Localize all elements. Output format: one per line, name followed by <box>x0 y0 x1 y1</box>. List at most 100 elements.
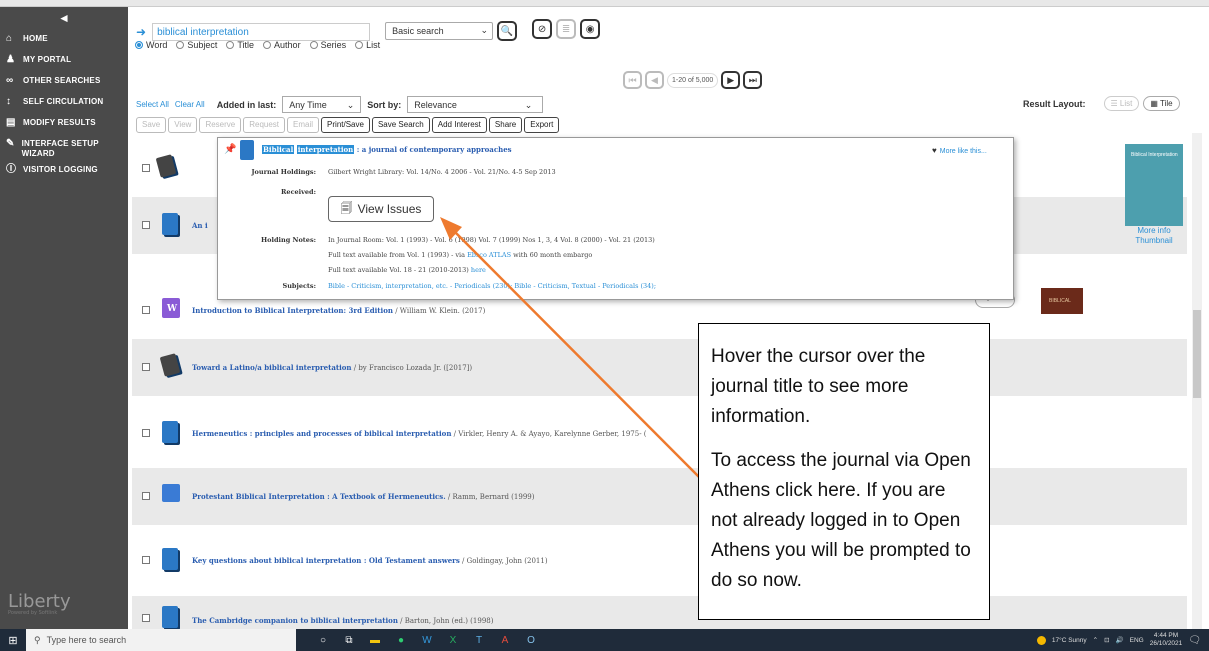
layout-list-button[interactable]: ☰ List <box>1103 96 1140 111</box>
sidebar-item-self-circulation[interactable]: ↕ SELF CIRCULATION <box>0 94 128 115</box>
layout-tile-button[interactable]: ▦ Tile <box>1143 96 1180 111</box>
ebsco-atlas-link[interactable]: Ebsco ATLAS <box>467 251 511 259</box>
liberty-logo: Liberty Powered by Softlink <box>8 591 71 616</box>
result-title[interactable]: An i <box>192 221 208 230</box>
result-title[interactable]: Hermeneutics : principles and processes … <box>192 429 647 438</box>
reserve-button[interactable]: Reserve <box>199 117 242 133</box>
radio-dot[interactable] <box>309 41 318 49</box>
sidebar-item-interface-setup-wizard[interactable]: ✎ INTERFACE SETUP WIZARD <box>0 136 128 162</box>
search-type-select[interactable]: Basic search ⌄ <box>385 22 494 40</box>
language-indicator[interactable]: ENG <box>1130 637 1144 644</box>
search-button[interactable]: 🔍 <box>497 21 518 41</box>
radio-dot[interactable] <box>355 41 364 49</box>
added-in-last-select[interactable]: Any Time ⌄ <box>282 96 362 113</box>
radio-dot[interactable] <box>263 41 272 49</box>
result-title[interactable]: Protestant Biblical Interpretation : A T… <box>192 492 534 501</box>
result-title[interactable]: Introduction to Biblical Interpretation:… <box>192 306 485 315</box>
radio-word[interactable]: Word <box>135 40 167 50</box>
row-checkbox[interactable] <box>142 429 150 437</box>
saved-search-button[interactable]: ≣ <box>556 19 577 39</box>
search-input[interactable] <box>152 23 371 41</box>
next-page-button[interactable]: ▶ <box>721 71 741 89</box>
first-page-button[interactable]: ⏮ <box>623 71 642 89</box>
radio-dot[interactable] <box>135 41 143 49</box>
sidebar-item-modify-results[interactable]: ▤ MODIFY RESULTS <box>0 115 128 136</box>
clear-all-link[interactable]: Clear All <box>175 100 205 109</box>
book-thumbnail: BIBLICAL <box>1041 288 1083 314</box>
row-checkbox[interactable] <box>142 221 150 229</box>
tray-chevron-icon[interactable]: ⌃ <box>1093 636 1098 644</box>
sidebar-item-my-portal[interactable]: ♟ MY PORTAL <box>0 52 128 73</box>
notifications-icon[interactable]: 🗨 <box>1188 635 1201 646</box>
outlook-icon[interactable]: O <box>524 633 538 647</box>
row-checkbox[interactable] <box>142 306 150 314</box>
radio-title[interactable]: Title <box>226 40 254 50</box>
select-all-link[interactable]: Select All <box>136 100 169 109</box>
word-icon[interactable]: W <box>420 633 434 647</box>
search-mode-radios: Word Subject Title Author Series List <box>135 40 380 50</box>
radio-list[interactable]: List <box>355 40 380 50</box>
journal-cover-thumbnail[interactable]: Biblical Interpretation <box>1125 144 1183 226</box>
sidebar-item-home[interactable]: ⌂ HOME <box>0 31 128 52</box>
view-button[interactable]: View <box>168 117 198 133</box>
last-page-button[interactable]: ⏭ <box>743 71 763 89</box>
print-save-button[interactable]: Print/Save <box>321 117 370 133</box>
clear-button[interactable]: ⊘ <box>532 19 553 39</box>
file-explorer-icon[interactable]: ▬ <box>368 633 382 647</box>
task-view-icon[interactable]: ⧉ <box>342 633 356 647</box>
result-title[interactable]: Key questions about biblical interpretat… <box>192 556 548 565</box>
row-checkbox[interactable] <box>142 614 150 622</box>
sort-by-select[interactable]: Relevance ⌄ <box>407 96 544 113</box>
fulltext-here-link[interactable]: here <box>471 266 486 274</box>
pin-icon[interactable]: 📌 <box>224 144 236 155</box>
save-button[interactable]: Save <box>136 117 167 133</box>
journal-title-link[interactable]: Biblical interpretation : a journal of c… <box>262 145 512 154</box>
radio-subject[interactable]: Subject <box>176 40 217 50</box>
excel-icon[interactable]: X <box>446 633 460 647</box>
export-button[interactable]: Export <box>524 117 560 133</box>
row-checkbox[interactable] <box>142 556 150 564</box>
row-checkbox[interactable] <box>142 164 150 172</box>
collapse-sidebar-icon[interactable]: ◄ <box>58 11 70 25</box>
system-tray: 17°C Sunny ⌃ ⊡ 🔊 ENG 4:44 PM 26/10/2021 🗨 <box>1036 632 1201 648</box>
acrobat-icon[interactable]: A <box>498 633 512 647</box>
radio-author[interactable]: Author <box>263 40 301 50</box>
more-info-link[interactable]: More info Thumbnail <box>1118 226 1190 246</box>
holdings-label: Journal Holdings: <box>251 168 316 176</box>
sidebar-item-label: MY PORTAL <box>23 55 72 64</box>
tablet-icon <box>159 353 181 377</box>
add-interest-button[interactable]: Add Interest <box>431 117 487 133</box>
result-title[interactable]: The Cambridge companion to biblical inte… <box>192 616 493 625</box>
save-search-button[interactable]: Save Search <box>371 117 430 133</box>
weather-text[interactable]: 17°C Sunny <box>1052 637 1087 644</box>
clock[interactable]: 4:44 PM 26/10/2021 <box>1150 632 1183 648</box>
cortana-icon[interactable]: ○ <box>316 633 330 647</box>
view-issues-button[interactable]: 🗐 View Issues <box>328 196 434 222</box>
request-button[interactable]: Request <box>243 117 286 133</box>
subjects-value[interactable]: Bible - Criticism, interpretation, etc. … <box>328 282 656 290</box>
radio-dot[interactable] <box>176 41 185 49</box>
network-icon[interactable]: ⊡ <box>1104 636 1109 644</box>
teams-icon[interactable]: T <box>472 633 486 647</box>
subjects-label: Subjects: <box>282 282 316 290</box>
prev-page-button[interactable]: ◀ <box>645 71 664 89</box>
result-title[interactable]: Toward a Latino/a biblical interpretatio… <box>192 363 472 372</box>
scrollbar-thumb[interactable] <box>1193 310 1201 398</box>
row-checkbox[interactable] <box>142 492 150 500</box>
volume-icon[interactable]: 🔊 <box>1116 636 1124 644</box>
radio-series[interactable]: Series <box>309 40 346 50</box>
share-button[interactable]: Share <box>488 117 523 133</box>
radio-dot[interactable] <box>226 41 235 49</box>
history-button[interactable]: ◉ <box>580 19 601 39</box>
taskbar-search[interactable]: ⚲ Type here to search <box>26 629 296 651</box>
sidebar-item-label: VISITOR LOGGING <box>23 165 98 174</box>
email-button[interactable]: Email <box>287 117 320 133</box>
windows-start-icon[interactable]: ⊞ <box>0 634 26 647</box>
more-like-this-link[interactable]: ♥ More like this... <box>932 146 987 155</box>
chrome-icon[interactable]: ● <box>394 633 408 647</box>
sidebar-item-visitor-logging[interactable]: ⓘ VISITOR LOGGING <box>0 162 128 183</box>
modify-icon: ▤ <box>6 117 16 128</box>
sidebar-item-other-searches[interactable]: ∞ OTHER SEARCHES <box>0 73 128 94</box>
book-icon <box>162 421 178 443</box>
row-checkbox[interactable] <box>142 363 150 371</box>
